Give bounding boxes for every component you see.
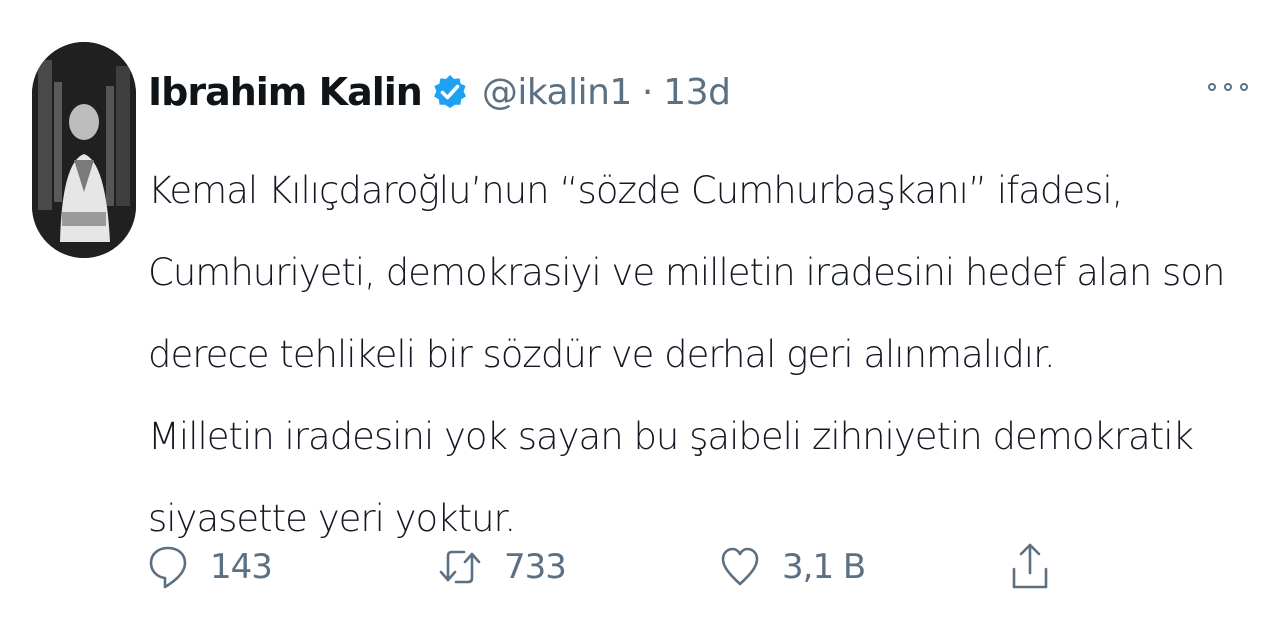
more-options-icon[interactable] [1208,72,1248,102]
separator-dot: · [641,71,654,113]
tweet-card: Ibrahim Kalin @ikalin1 · 13d Kemal Kılıç… [0,0,1280,640]
share-button[interactable] [1010,532,1050,602]
share-icon [1012,543,1048,589]
timestamp[interactable]: 13d [663,72,731,113]
more-dot [1208,83,1216,91]
reply-button[interactable]: 143 [148,532,273,602]
tweet-paragraph: Kemal Kılıçdaroğlu’nun “sözde Cumhurbaşk… [148,169,1225,376]
avatar-photo [32,42,136,258]
like-count: 3,1 B [782,547,866,587]
retweet-button[interactable]: 733 [438,532,567,602]
reply-icon [149,546,187,589]
like-button[interactable]: 3,1 B [720,532,866,602]
avatar[interactable] [32,42,136,258]
author-handle[interactable]: @ikalin1 [482,72,633,113]
tweet-header: Ibrahim Kalin @ikalin1 · 13d [148,62,731,122]
action-bar: 143 733 3,1 B [148,532,1248,602]
tweet-text: Kemal Kılıçdaroğlu’nun “sözde Cumhurbaşk… [148,150,1228,560]
author-name[interactable]: Ibrahim Kalin [148,70,423,114]
more-dot [1224,83,1232,91]
more-dot [1240,83,1248,91]
heart-icon [721,547,759,586]
reply-count: 143 [210,547,273,587]
verified-badge-icon [432,74,468,110]
retweet-icon [439,550,481,584]
retweet-count: 733 [504,547,567,587]
